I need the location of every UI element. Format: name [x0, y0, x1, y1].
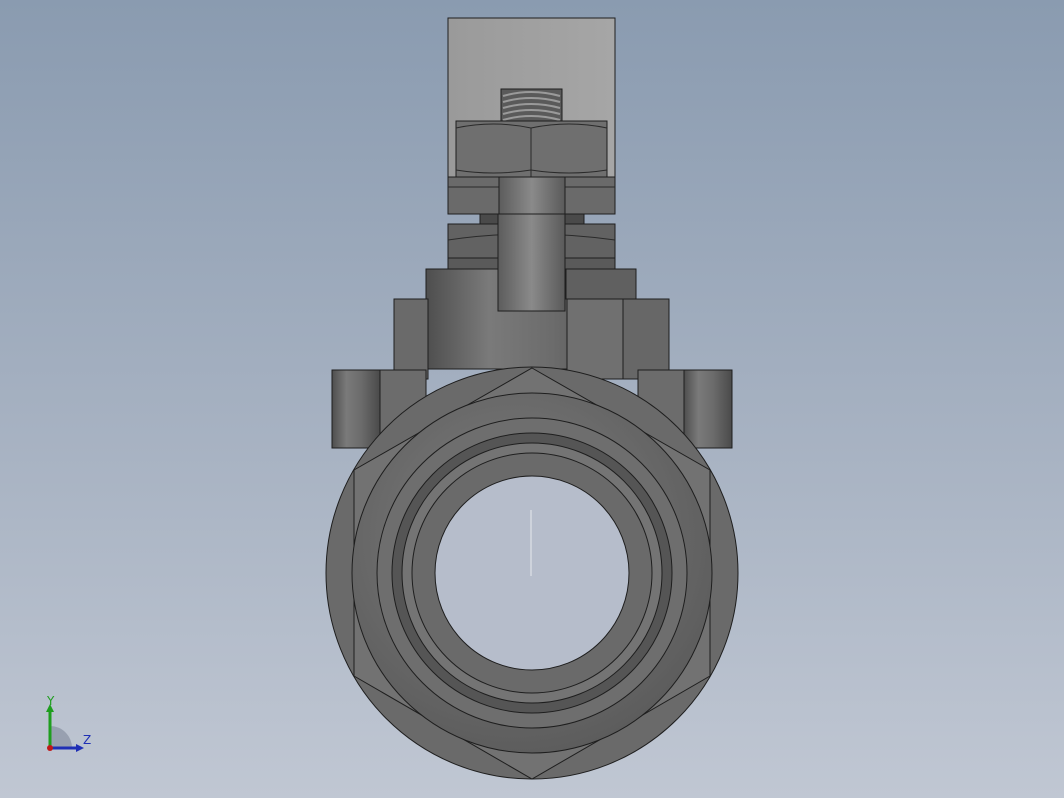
axis-triad: Y Z: [46, 696, 91, 752]
stem-thread[interactable]: [500, 88, 563, 124]
y-axis-label: Y: [46, 696, 55, 708]
ball-valve-model[interactable]: [0, 0, 1064, 798]
hex-nut[interactable]: [455, 120, 608, 178]
origin-point: [47, 745, 53, 751]
z-axis-label: Z: [83, 733, 91, 747]
valve-bore: [434, 475, 630, 671]
graphics-viewport[interactable]: Y Z: [0, 0, 1064, 798]
valve-stem[interactable]: [497, 213, 566, 312]
lock-washer[interactable]: [447, 176, 616, 215]
